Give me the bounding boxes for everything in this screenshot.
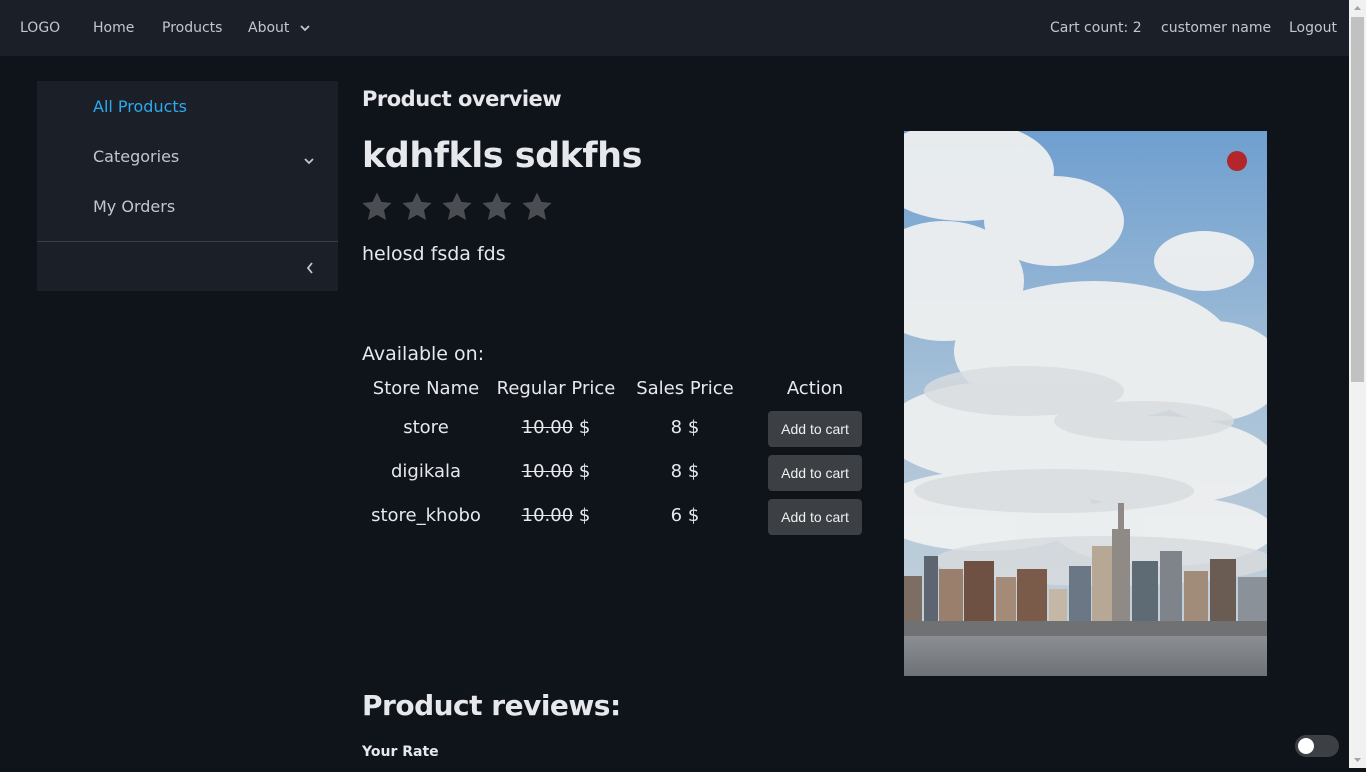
star-icon[interactable]	[520, 190, 554, 224]
table-cell-sales-price: 6 $	[625, 505, 745, 526]
favorite-dot[interactable]	[1227, 151, 1247, 171]
nav-about-label: About	[248, 20, 290, 36]
regular-price-value: 10.00	[521, 417, 574, 438]
table-cell-regular-price: 10.00 $	[496, 461, 616, 482]
sales-price-value: 8	[670, 461, 683, 482]
logout-link[interactable]: Logout	[1289, 0, 1337, 56]
regular-price-value: 10.00	[521, 461, 574, 482]
table-cell-store: digikala	[390, 461, 462, 482]
sidebar-divider	[37, 241, 338, 242]
sales-price-value: 8	[670, 417, 683, 438]
star-icon[interactable]	[480, 190, 514, 224]
logo[interactable]: LOGO	[20, 0, 60, 56]
add-to-cart-button[interactable]: Add to cart	[768, 455, 862, 491]
top-navbar: LOGO Home Products About Cart count: 2 c…	[0, 0, 1349, 56]
table-cell-store: store_khobo	[371, 505, 481, 526]
product-title: kdhfkls sdkfhs	[362, 136, 642, 176]
table-cell-regular-price: 10.00 $	[496, 505, 616, 526]
sidebar-item-categories[interactable]: Categories	[93, 147, 179, 166]
chevron-down-icon[interactable]	[303, 151, 315, 170]
chevron-down-icon	[300, 0, 310, 56]
scrollbar-thumb[interactable]	[1351, 17, 1364, 382]
table-cell-store: store	[403, 417, 449, 438]
currency: $	[687, 461, 700, 482]
page-title: Product overview	[362, 87, 562, 111]
currency: $	[687, 505, 700, 526]
your-rate-label: Your Rate	[362, 744, 439, 760]
scroll-up-arrow-icon[interactable]	[1349, 0, 1366, 17]
add-to-cart-button[interactable]: Add to cart	[768, 499, 862, 535]
toggle-knob	[1298, 738, 1314, 754]
sidebar-item-all-products[interactable]: All Products	[93, 97, 187, 116]
star-icon[interactable]	[400, 190, 434, 224]
table-cell-sales-price: 8 $	[625, 417, 745, 438]
add-to-cart-button[interactable]: Add to cart	[768, 411, 862, 447]
cart-count[interactable]: Cart count: 2	[1050, 0, 1142, 56]
currency: $	[578, 461, 591, 482]
currency: $	[578, 505, 591, 526]
product-image	[904, 131, 1267, 676]
table-header-store-name: Store Name	[372, 378, 480, 399]
currency: $	[687, 417, 700, 438]
regular-price-value: 10.00	[521, 505, 574, 526]
sidebar-item-my-orders[interactable]: My Orders	[93, 197, 175, 216]
table-header-regular-price: Regular Price	[496, 378, 616, 399]
table-cell-regular-price: 10.00 $	[496, 417, 616, 438]
scroll-down-arrow-icon[interactable]	[1349, 751, 1366, 768]
star-icon[interactable]	[360, 190, 394, 224]
nav-about[interactable]: About	[248, 0, 310, 56]
product-description: helosd fsda fds	[362, 243, 506, 265]
nav-home[interactable]: Home	[93, 0, 134, 56]
product-reviews-heading: Product reviews:	[362, 689, 621, 722]
star-icon[interactable]	[440, 190, 474, 224]
currency: $	[578, 417, 591, 438]
nav-products[interactable]: Products	[162, 0, 222, 56]
available-on-heading: Available on:	[362, 343, 485, 365]
collapse-sidebar-chevron-left-icon[interactable]	[304, 260, 316, 279]
theme-toggle[interactable]	[1295, 735, 1339, 757]
table-cell-sales-price: 8 $	[625, 461, 745, 482]
customer-name[interactable]: customer name	[1161, 0, 1271, 56]
sales-price-value: 6	[670, 505, 683, 526]
sidebar: All Products Categories My Orders	[37, 81, 338, 291]
table-header-action: Action	[786, 378, 844, 399]
table-header-sales-price: Sales Price	[636, 378, 734, 399]
